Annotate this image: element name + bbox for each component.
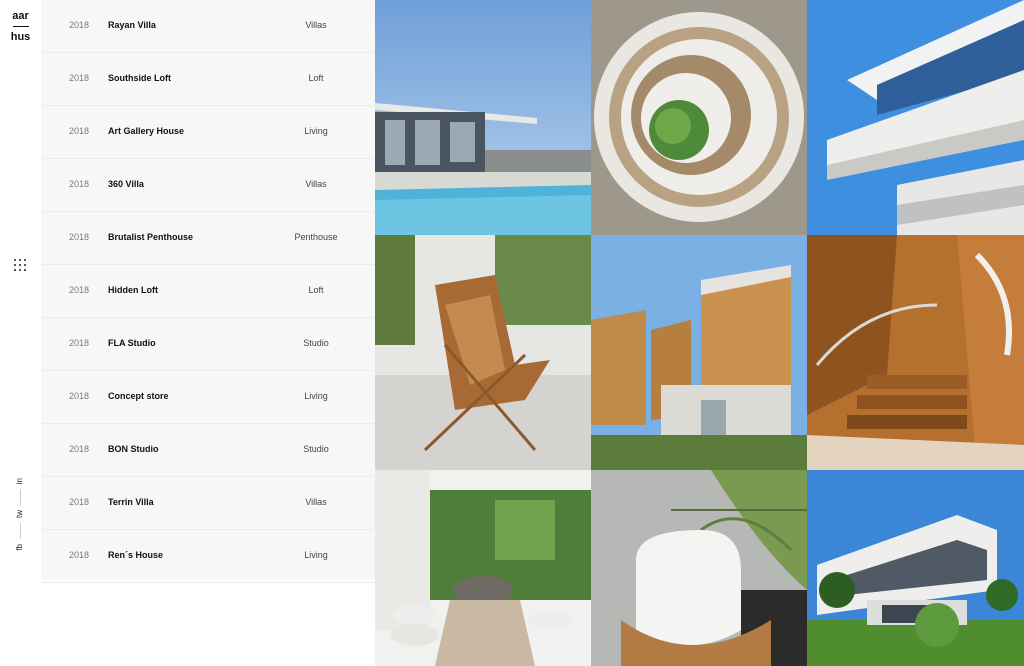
project-row[interactable]: 2018 Art Gallery House Living [41,106,375,159]
linkedin-link[interactable]: in [15,478,25,484]
project-row[interactable]: 2018 BON Studio Studio [41,424,375,477]
project-category: Villas [305,20,327,30]
project-category: Studio [303,338,329,348]
project-row[interactable]: 2018 360 Villa Villas [41,159,375,212]
project-category: Loft [308,285,324,295]
project-category: Studio [303,444,329,454]
gallery-image-spiral-stair[interactable] [591,0,807,235]
grid-menu-icon[interactable] [14,259,28,273]
project-name: BON Studio [108,444,159,454]
gallery-image-modern-house[interactable] [807,470,1024,666]
project-year: 2018 [69,73,90,83]
side-rail: aar hus in tw fb [0,0,41,666]
project-category: Penthouse [294,232,338,242]
facebook-link[interactable]: fb [15,544,25,551]
project-gallery [375,0,1024,666]
project-category: Loft [308,73,324,83]
gallery-image-dining-room[interactable] [375,470,591,666]
project-list: 2018 Rayan Villa Villas 2018 Southside L… [41,0,375,583]
project-name: 360 Villa [108,179,144,189]
social-links: in tw fb [10,478,30,551]
twitter-link[interactable]: tw [15,510,25,518]
project-row[interactable]: 2018 Southside Loft Loft [41,53,375,106]
project-name: Concept store [108,391,169,401]
social-divider [19,489,21,506]
project-year: 2018 [69,391,90,401]
project-year: 2018 [69,444,90,454]
social-divider [19,523,21,540]
project-year: 2018 [69,232,90,242]
project-year: 2018 [69,126,90,136]
project-name: Ren´s House [108,550,164,560]
project-year: 2018 [69,550,90,560]
project-row[interactable]: 2018 Concept store Living [41,371,375,424]
gallery-image-wooden-stairs[interactable] [807,235,1024,470]
gallery-image-white-chair[interactable] [591,470,807,666]
project-year: 2018 [69,338,90,348]
project-row[interactable]: 2018 Ren´s House Living [41,530,375,583]
gallery-image-pool-villa[interactable] [375,0,591,235]
project-name: Hidden Loft [108,285,158,295]
brand-logo[interactable]: aar hus [0,10,41,44]
brand-divider [12,26,29,27]
project-row[interactable]: 2018 FLA Studio Studio [41,318,375,371]
gallery-image-leather-chair[interactable] [375,235,591,470]
project-name: Brutalist Penthouse [108,232,194,242]
project-name: Art Gallery House [108,126,185,136]
project-category: Living [304,391,328,401]
project-row[interactable]: 2018 Terrin Villa Villas [41,477,375,530]
brand-line-1: aar [12,10,29,22]
project-name: Terrin Villa [108,497,154,507]
project-category: Living [304,126,328,136]
gallery-image-cantilever-building[interactable] [807,0,1024,235]
project-category: Villas [305,179,327,189]
project-name: Southside Loft [108,73,171,83]
project-year: 2018 [69,497,90,507]
project-row[interactable]: 2018 Rayan Villa Villas [41,0,375,53]
project-name: Rayan Villa [108,20,156,30]
project-category: Living [304,550,328,560]
project-name: FLA Studio [108,338,156,348]
project-category: Villas [305,497,327,507]
project-row[interactable]: 2018 Hidden Loft Loft [41,265,375,318]
project-year: 2018 [69,179,90,189]
gallery-image-wooden-house[interactable] [591,235,807,470]
brand-line-2: hus [10,31,31,43]
project-row[interactable]: 2018 Brutalist Penthouse Penthouse [41,212,375,265]
project-year: 2018 [69,20,90,30]
project-year: 2018 [69,285,90,295]
